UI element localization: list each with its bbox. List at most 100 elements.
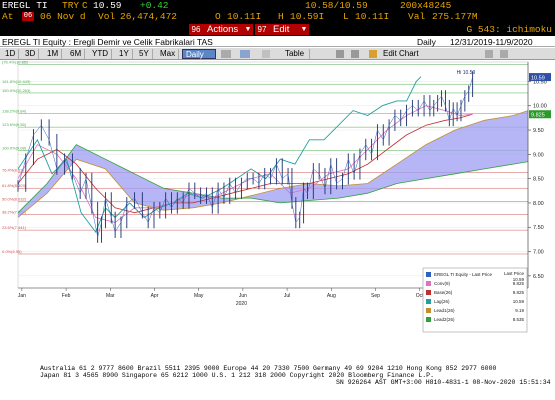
range-toolbar: 1D 3D 1M 6M YTD 1Y 5Y Max Daily Table Ed…	[0, 48, 555, 60]
ticker: EREGL TI	[2, 0, 48, 11]
conv-tag: 9.825	[531, 113, 545, 119]
at-label: At	[2, 11, 14, 22]
flag-badge: 06	[22, 12, 34, 21]
volume: 26,474,472	[120, 11, 178, 22]
pencil-icon[interactable]	[369, 50, 377, 58]
footer-session: SN 926264 AST GMT+3:00 H810-4831-1 08-No…	[336, 379, 551, 386]
price-prefix: C	[82, 0, 88, 11]
footer-contacts-2: Japan 81 3 4565 8900 Singapore 65 6212 1…	[40, 372, 434, 379]
tab-5y[interactable]: 5Y	[136, 49, 153, 59]
x-year-label: 2020	[236, 301, 247, 307]
legend-series-name: Conv(9)	[434, 281, 451, 286]
legend-series-name: Lead1(26)	[434, 308, 455, 313]
actions-dropdown-icon[interactable]: ▼	[243, 24, 253, 35]
expand-icon[interactable]	[500, 50, 508, 58]
quote-date: 06 Nov d	[40, 11, 86, 22]
bid-ask-size: 200x48245	[400, 0, 452, 11]
y-tick-label: 7.00	[533, 250, 544, 256]
edit-chart-button[interactable]: Edit Chart	[380, 49, 422, 59]
bid-ask: 10.58/10.59	[305, 0, 368, 11]
value-label: Val	[408, 11, 426, 22]
actions-number: 96	[189, 24, 203, 35]
tab-ytd[interactable]: YTD	[89, 49, 112, 59]
legend-series-name: EREGL TI Equity - Last Price	[434, 272, 493, 277]
legend-swatch	[426, 281, 431, 286]
legend: Last Price EREGL TI Equity - Last Price 10…	[422, 267, 528, 333]
legend-series-name: Lag(26)	[434, 299, 450, 304]
legend-header: Last Price	[504, 271, 525, 276]
legend-swatch	[426, 290, 431, 295]
fib-level-label: 138.2%(9.84)	[2, 109, 27, 114]
low-price: 10.11I	[355, 11, 390, 22]
tab-1m[interactable]: 1M	[44, 49, 63, 59]
high-price: 10.59I	[290, 11, 325, 22]
fib-level-label: 161.8%(10.443)	[2, 79, 31, 84]
fib-level-label: 76.4%(8.63)	[2, 167, 24, 172]
y-tick-label: 8.50	[533, 177, 544, 183]
open-label: O	[215, 11, 221, 22]
quote-detail-bar: At 06 06 Nov d Vol 26,474,472 O 10.11I H…	[0, 11, 555, 23]
quote-bar: EREGL TI TRY C 10.59 +0.42 10.58/10.59 2…	[0, 0, 555, 11]
fib-level-label: 61.8%(8.303)	[2, 183, 27, 188]
last-price-tag: 10.59	[531, 75, 545, 81]
fib-level-label: 23.6%(7.441)	[2, 225, 27, 230]
y-tick-label: 7.50	[533, 225, 544, 231]
fib-level-label: 50.0%(8.032)	[2, 196, 27, 201]
currency: TRY	[62, 0, 80, 11]
x-tick-label: Jun	[239, 293, 247, 299]
volume-label: Vol	[98, 11, 116, 22]
y-tick-label: 9.00	[533, 152, 544, 158]
tab-3d[interactable]: 3D	[22, 49, 40, 59]
y-tick-label: 10.00	[533, 104, 547, 110]
overlay-icon[interactable]	[240, 50, 250, 58]
tab-max[interactable]: Max	[157, 49, 180, 59]
legend-swatch	[426, 308, 431, 313]
chart-type-icon[interactable]	[221, 50, 231, 58]
high-label: H	[278, 11, 284, 22]
legend-swatch	[426, 272, 431, 277]
chart-title-bar: EREGL TI Equity : Eregli Demir ve Celik …	[0, 37, 555, 47]
function-toolbar: 96 Actions ▼ 97 Edit ▼ G 543: ichimoku	[0, 23, 555, 36]
traded-value: 275.177M	[432, 11, 478, 22]
legend-swatch	[426, 317, 431, 322]
legend-series-value: 9.825	[513, 281, 525, 286]
tab-1y[interactable]: 1Y	[116, 49, 133, 59]
x-tick-label: Sep	[371, 293, 380, 299]
open-price: 10.11I	[227, 11, 262, 22]
x-tick-label: Mar	[106, 293, 115, 299]
fib-level-label: 123.6%(9.56)	[2, 122, 27, 127]
footer: Australia 61 2 9777 8600 Brazil 5511 239…	[0, 360, 555, 400]
table-icon[interactable]	[262, 50, 270, 58]
zoom-icon[interactable]	[336, 50, 344, 58]
fib-level-label: 0.0%(6.95)	[2, 249, 22, 254]
legend-series-value: 10.59	[513, 299, 525, 304]
chart-title: EREGL TI Equity : Eregli Demir ve Celik …	[2, 37, 213, 47]
x-tick-label: Jul	[284, 293, 290, 299]
legend-series-name: Base(26)	[434, 290, 453, 295]
fib-level-label: 150.0%(10.263)	[2, 88, 31, 93]
hi-label: Hi 10.59	[457, 70, 476, 76]
footer-contacts: Australia 61 2 9777 8600 Brazil 5511 239…	[40, 365, 497, 372]
price-change: +0.42	[140, 0, 169, 11]
x-tick-label: Apr	[151, 293, 159, 299]
tab-6m[interactable]: 6M	[67, 49, 86, 59]
function-code: G 543: ichimoku	[466, 24, 552, 35]
table-button[interactable]: Table	[280, 49, 310, 59]
date-range[interactable]: 12/31/2019-11/9/2020	[450, 37, 533, 47]
legend-series-value: 9.19	[515, 308, 524, 313]
legend-series-name: Lead2(26)	[434, 317, 455, 322]
fib-level-label: (76.4%)10.852	[2, 60, 29, 64]
period-select[interactable]: Daily	[182, 49, 216, 59]
annotate-icon[interactable]	[351, 50, 359, 58]
actions-button[interactable]: Actions	[203, 24, 244, 35]
y-tick-label: 9.50	[533, 128, 544, 134]
edit-button[interactable]: Edit	[269, 24, 300, 35]
legend-series-value: 9.825	[513, 290, 525, 295]
legend-series-value: 8.535	[513, 317, 525, 322]
tab-1d[interactable]: 1D	[2, 49, 20, 59]
edit-dropdown-icon[interactable]: ▼	[299, 24, 309, 35]
y-tick-label: 6.50	[533, 274, 544, 280]
settings-icon[interactable]	[485, 50, 493, 58]
x-tick-label: Aug	[327, 293, 336, 299]
ichimoku-chart[interactable]: (76.4%)10.852 161.8%(10.443) 150.0%(10.263…	[0, 60, 555, 360]
